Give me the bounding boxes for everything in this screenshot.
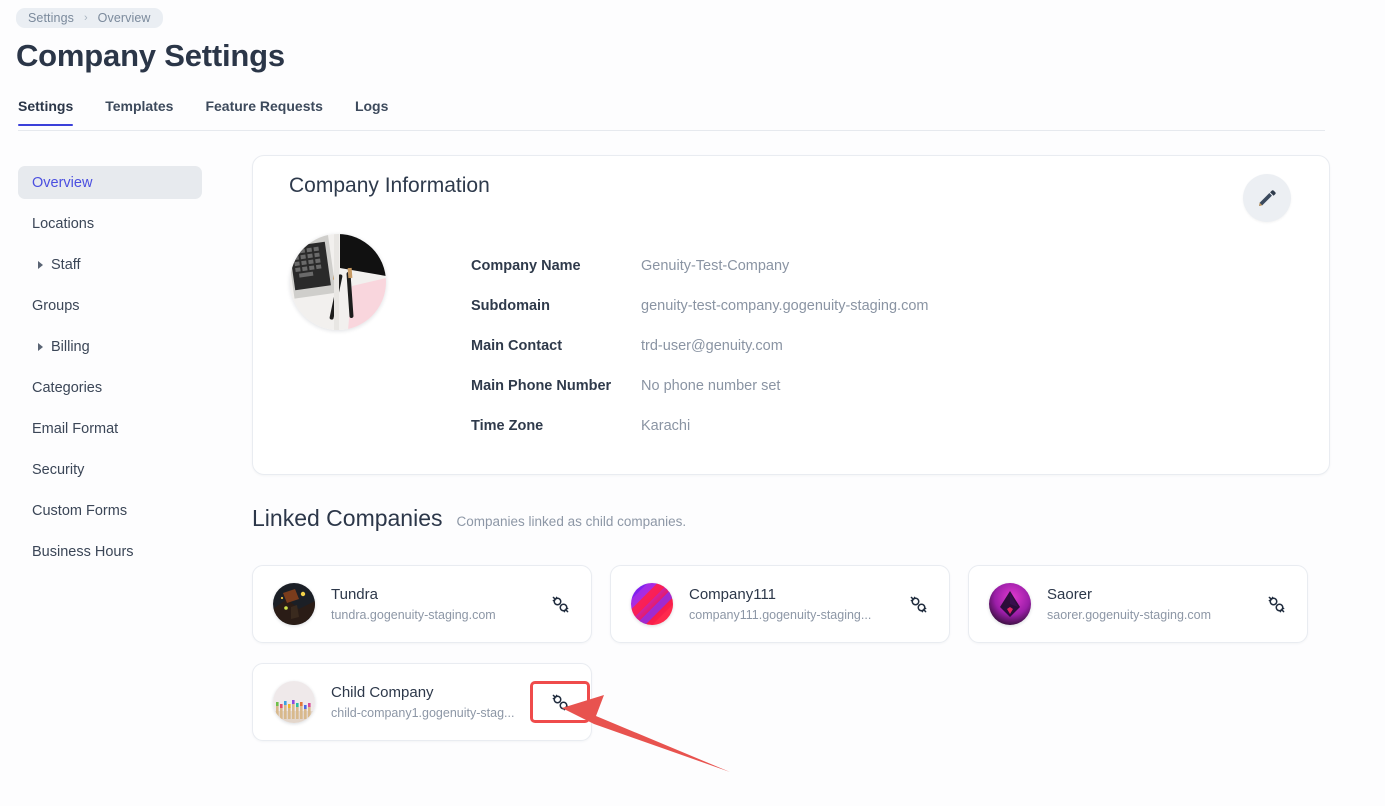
linked-company-card-child-company[interactable]: Child Company child-company1.gogenuity-s… bbox=[252, 663, 592, 741]
tab-feature-requests[interactable]: Feature Requests bbox=[205, 98, 322, 125]
sidebar-item-label: Groups bbox=[32, 297, 80, 314]
sidebar-item-custom-forms[interactable]: Custom Forms bbox=[18, 494, 202, 527]
field-value: Genuity-Test-Company bbox=[641, 258, 790, 274]
field-row-time-zone: Time Zone Karachi bbox=[471, 406, 1281, 446]
sidebar-item-label: Billing bbox=[51, 338, 90, 355]
avatar bbox=[273, 583, 315, 625]
unlink-icon bbox=[910, 596, 926, 612]
tab-logs[interactable]: Logs bbox=[355, 98, 388, 125]
sidebar-item-label: Email Format bbox=[32, 420, 119, 437]
tab-settings[interactable]: Settings bbox=[18, 98, 74, 126]
field-row-main-phone-number: Main Phone Number No phone number set bbox=[471, 366, 1281, 406]
company-name: Company111 bbox=[689, 585, 776, 603]
field-row-subdomain: Subdomain genuity-test-company.gogenuity… bbox=[471, 286, 1281, 326]
linked-companies-subtitle: Companies linked as child companies. bbox=[456, 514, 687, 529]
company-domain: child-company1.gogenuity-stag... bbox=[331, 705, 515, 720]
breadcrumb-separator-icon: › bbox=[83, 11, 88, 24]
company-name: Saorer bbox=[1047, 585, 1093, 603]
linked-company-card-company111[interactable]: Company111 company111.gogenuity-staging.… bbox=[610, 565, 950, 643]
sidebar-item-label: Custom Forms bbox=[32, 502, 128, 519]
avatar-image bbox=[631, 583, 673, 625]
company-text: Tundra tundra.gogenuity-staging.com bbox=[331, 585, 496, 624]
company-text: Child Company child-company1.gogenuity-s… bbox=[331, 683, 514, 722]
company-information-card: Company Information Company Name Genuity… bbox=[252, 155, 1330, 475]
card-title: Company Information bbox=[289, 174, 490, 197]
sidebar-item-label: Locations bbox=[32, 215, 95, 232]
field-label: Main Phone Number bbox=[471, 378, 612, 394]
sidebar-item-label: Categories bbox=[32, 379, 103, 396]
avatar-image bbox=[273, 681, 315, 723]
field-label: Company Name bbox=[471, 258, 581, 274]
sidebar-item-staff[interactable]: Staff bbox=[18, 248, 202, 281]
sidebar-item-locations[interactable]: Locations bbox=[18, 207, 202, 240]
unlink-icon bbox=[552, 596, 568, 612]
linked-companies-title: Linked Companies bbox=[252, 505, 443, 531]
company-text: Saorer saorer.gogenuity-staging.com bbox=[1047, 585, 1211, 624]
field-value: Karachi bbox=[641, 418, 691, 434]
chevron-right-icon bbox=[38, 342, 43, 351]
page-title: Company Settings bbox=[16, 38, 285, 73]
company-name: Child Company bbox=[331, 683, 434, 701]
sidebar-item-label: Overview bbox=[32, 174, 93, 191]
sidebar-item-label: Security bbox=[32, 461, 85, 478]
linked-companies-grid: Tundra tundra.gogenuity-staging.com Comp… bbox=[252, 565, 1330, 741]
tab-bar: Settings Templates Feature Requests Logs bbox=[18, 98, 1325, 131]
avatar-image bbox=[989, 583, 1031, 625]
unlink-button[interactable] bbox=[905, 591, 931, 617]
avatar bbox=[273, 681, 315, 723]
breadcrumb: Settings › Overview bbox=[16, 8, 163, 28]
sidebar-item-categories[interactable]: Categories bbox=[18, 371, 202, 404]
field-row-company-name: Company Name Genuity-Test-Company bbox=[471, 246, 1281, 286]
unlink-icon bbox=[552, 694, 568, 710]
field-label: Main Contact bbox=[471, 338, 563, 354]
company-domain: company111.gogenuity-staging... bbox=[689, 607, 872, 622]
sidebar-item-security[interactable]: Security bbox=[18, 453, 202, 486]
unlink-icon bbox=[1268, 596, 1284, 612]
sidebar-item-billing[interactable]: Billing bbox=[18, 330, 202, 363]
company-name: Tundra bbox=[331, 585, 378, 603]
linked-companies-header: Linked Companies Companies linked as chi… bbox=[252, 505, 686, 532]
linked-company-card-saorer[interactable]: Saorer saorer.gogenuity-staging.com bbox=[968, 565, 1308, 643]
unlink-button[interactable] bbox=[547, 591, 573, 617]
field-label: Subdomain bbox=[471, 298, 550, 314]
company-logo bbox=[290, 234, 386, 330]
field-value: trd-user@genuity.com bbox=[641, 338, 783, 354]
tab-templates[interactable]: Templates bbox=[105, 98, 173, 125]
sidebar-item-label: Staff bbox=[51, 256, 81, 273]
company-domain: saorer.gogenuity-staging.com bbox=[1047, 607, 1211, 622]
settings-sidebar: Overview Locations Staff Groups Billing … bbox=[18, 166, 202, 576]
breadcrumb-item-settings[interactable]: Settings bbox=[28, 11, 74, 25]
breadcrumb-item-overview[interactable]: Overview bbox=[98, 11, 151, 25]
sidebar-item-business-hours[interactable]: Business Hours bbox=[18, 535, 202, 568]
company-logo-image bbox=[290, 234, 386, 330]
linked-company-card-tundra[interactable]: Tundra tundra.gogenuity-staging.com bbox=[252, 565, 592, 643]
field-value: No phone number set bbox=[641, 378, 781, 394]
avatar bbox=[631, 583, 673, 625]
unlink-button[interactable] bbox=[1263, 591, 1289, 617]
avatar-image bbox=[273, 583, 315, 625]
avatar bbox=[989, 583, 1031, 625]
field-row-main-contact: Main Contact trd-user@genuity.com bbox=[471, 326, 1281, 366]
unlink-button[interactable] bbox=[530, 681, 590, 723]
field-label: Time Zone bbox=[471, 418, 544, 434]
edit-company-button[interactable] bbox=[1243, 174, 1291, 222]
chevron-right-icon bbox=[38, 260, 43, 269]
sidebar-item-email-format[interactable]: Email Format bbox=[18, 412, 202, 445]
company-settings-page: Settings › Overview Company Settings Set… bbox=[0, 0, 1385, 806]
company-text: Company111 company111.gogenuity-staging.… bbox=[689, 585, 871, 624]
sidebar-item-groups[interactable]: Groups bbox=[18, 289, 202, 322]
company-fields: Company Name Genuity-Test-Company Subdom… bbox=[471, 246, 1281, 446]
sidebar-item-overview[interactable]: Overview bbox=[18, 166, 202, 199]
sidebar-item-label: Business Hours bbox=[32, 543, 134, 560]
pencil-icon bbox=[1259, 190, 1276, 206]
field-value: genuity-test-company.gogenuity-staging.c… bbox=[641, 298, 929, 314]
company-domain: tundra.gogenuity-staging.com bbox=[331, 607, 496, 622]
